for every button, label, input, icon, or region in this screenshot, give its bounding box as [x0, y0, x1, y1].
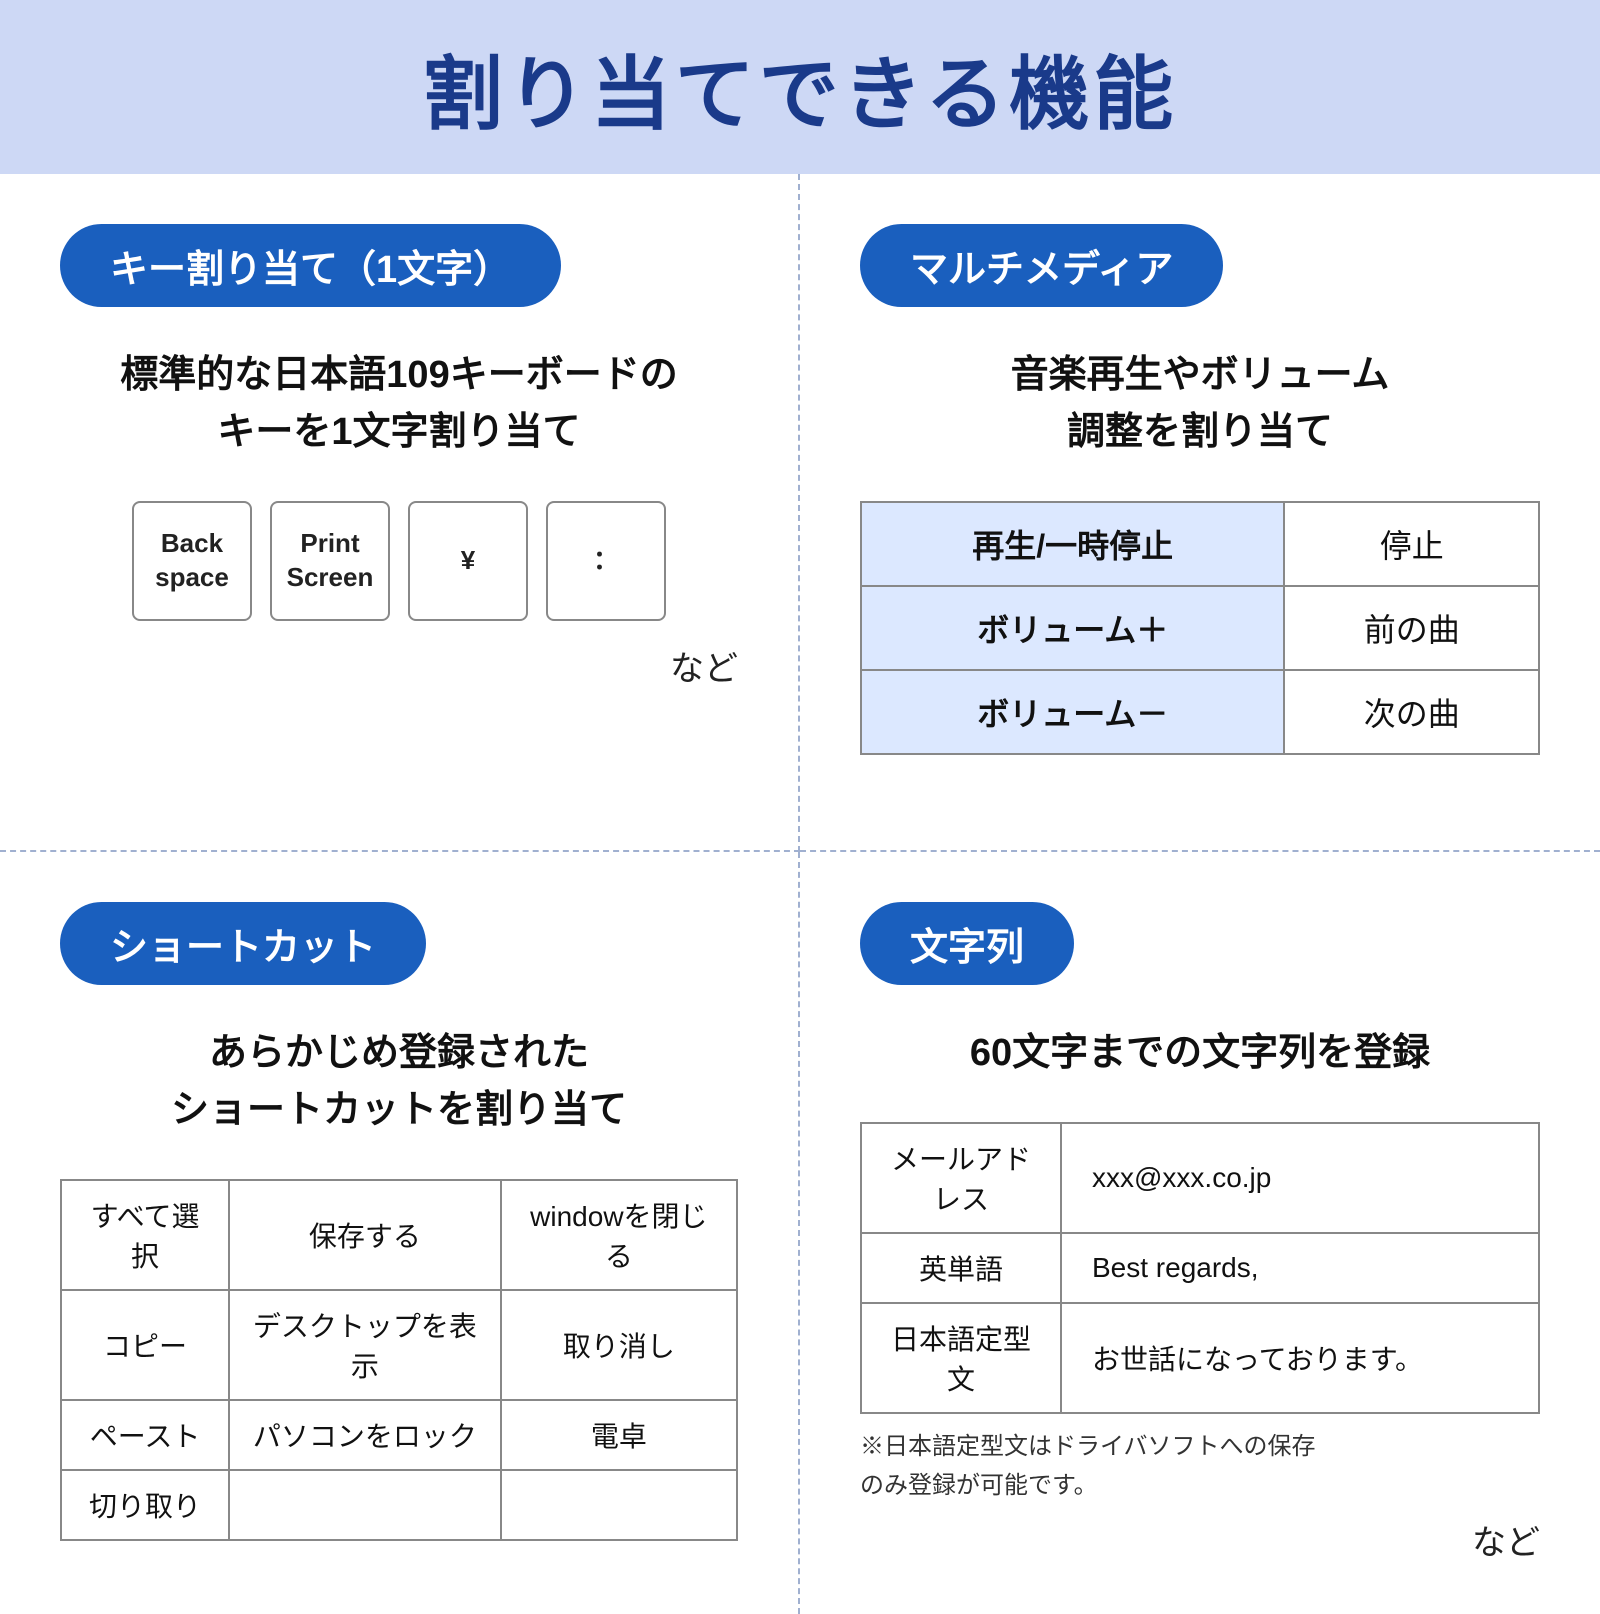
table-row: コピー デスクトップを表示 取り消し	[61, 1290, 737, 1400]
shortcut-cell: 電卓	[501, 1400, 737, 1470]
media-cell: ボリューム－	[861, 670, 1284, 754]
table-row: ペースト パソコンをロック 電卓	[61, 1400, 737, 1470]
shortcut-badge: ショートカット	[60, 902, 426, 985]
shortcut-desc: あらかじめ登録されたショートカットを割り当て	[60, 1025, 738, 1139]
shortcut-cell: パソコンをロック	[229, 1400, 501, 1470]
shortcut-cell: 保存する	[229, 1180, 501, 1290]
string-label: メールアドレス	[861, 1123, 1061, 1233]
key-assign-badge: キー割り当て（1文字）	[60, 224, 561, 307]
string-desc: 60文字までの文字列を登録	[860, 1025, 1540, 1082]
key-examples: Backspace PrintScreen ¥ ：	[60, 501, 738, 621]
key-assign-desc: 標準的な日本語109キーボードのキーを1文字割り当て	[60, 347, 738, 461]
section-shortcut: ショートカット あらかじめ登録されたショートカットを割り当て すべて選択 保存す…	[0, 852, 800, 1614]
table-row: メールアドレス xxx@xxx.co.jp	[861, 1123, 1539, 1233]
key-backspace: Backspace	[132, 501, 252, 621]
string-nado: など	[860, 1515, 1540, 1564]
media-cell: ボリューム＋	[861, 586, 1284, 670]
key-printscreen: PrintScreen	[270, 501, 390, 621]
shortcut-cell: windowを閉じる	[501, 1180, 737, 1290]
multimedia-table: 再生/一時停止 停止 ボリューム＋ 前の曲 ボリューム－ 次の曲	[860, 501, 1540, 755]
shortcut-cell: コピー	[61, 1290, 229, 1400]
shortcut-cell: 切り取り	[61, 1470, 229, 1540]
section-key-assign: キー割り当て（1文字） 標準的な日本語109キーボードのキーを1文字割り当て B…	[0, 174, 800, 852]
shortcut-cell	[501, 1470, 737, 1540]
shortcut-cell: すべて選択	[61, 1180, 229, 1290]
table-row: 切り取り	[61, 1470, 737, 1540]
multimedia-desc: 音楽再生やボリューム調整を割り当て	[860, 347, 1540, 461]
section-string: 文字列 60文字までの文字列を登録 メールアドレス xxx@xxx.co.jp …	[800, 852, 1600, 1614]
header: 割り当てできる機能	[0, 0, 1600, 174]
string-value: Best regards,	[1061, 1233, 1539, 1303]
table-row: 再生/一時停止 停止	[861, 502, 1539, 586]
shortcut-table: すべて選択 保存する windowを閉じる コピー デスクトップを表示 取り消し…	[60, 1179, 738, 1541]
string-value: xxx@xxx.co.jp	[1061, 1123, 1539, 1233]
string-label: 英単語	[861, 1233, 1061, 1303]
table-row: ボリューム＋ 前の曲	[861, 586, 1539, 670]
media-cell: 次の曲	[1284, 670, 1539, 754]
table-row: 日本語定型文 お世話になっております。	[861, 1303, 1539, 1413]
multimedia-badge: マルチメディア	[860, 224, 1223, 307]
key-yen: ¥	[408, 501, 528, 621]
shortcut-cell: デスクトップを表示	[229, 1290, 501, 1400]
shortcut-cell: 取り消し	[501, 1290, 737, 1400]
section-multimedia: マルチメディア 音楽再生やボリューム調整を割り当て 再生/一時停止 停止 ボリュ…	[800, 174, 1600, 852]
string-badge: 文字列	[860, 902, 1074, 985]
media-cell: 停止	[1284, 502, 1539, 586]
key-colon: ：	[546, 501, 666, 621]
string-value: お世話になっております。	[1061, 1303, 1539, 1413]
shortcut-cell: ペースト	[61, 1400, 229, 1470]
string-table: メールアドレス xxx@xxx.co.jp 英単語 Best regards, …	[860, 1122, 1540, 1414]
shortcut-cell	[229, 1470, 501, 1540]
table-row: ボリューム－ 次の曲	[861, 670, 1539, 754]
table-row: すべて選択 保存する windowを閉じる	[61, 1180, 737, 1290]
string-note: ※日本語定型文はドライバソフトへの保存のみ登録が可能です。	[860, 1428, 1540, 1505]
table-row: 英単語 Best regards,	[861, 1233, 1539, 1303]
string-label: 日本語定型文	[861, 1303, 1061, 1413]
media-cell: 前の曲	[1284, 586, 1539, 670]
key-assign-nado: など	[60, 641, 738, 690]
media-cell: 再生/一時停止	[861, 502, 1284, 586]
page-title: 割り当てできる機能	[0, 30, 1600, 146]
